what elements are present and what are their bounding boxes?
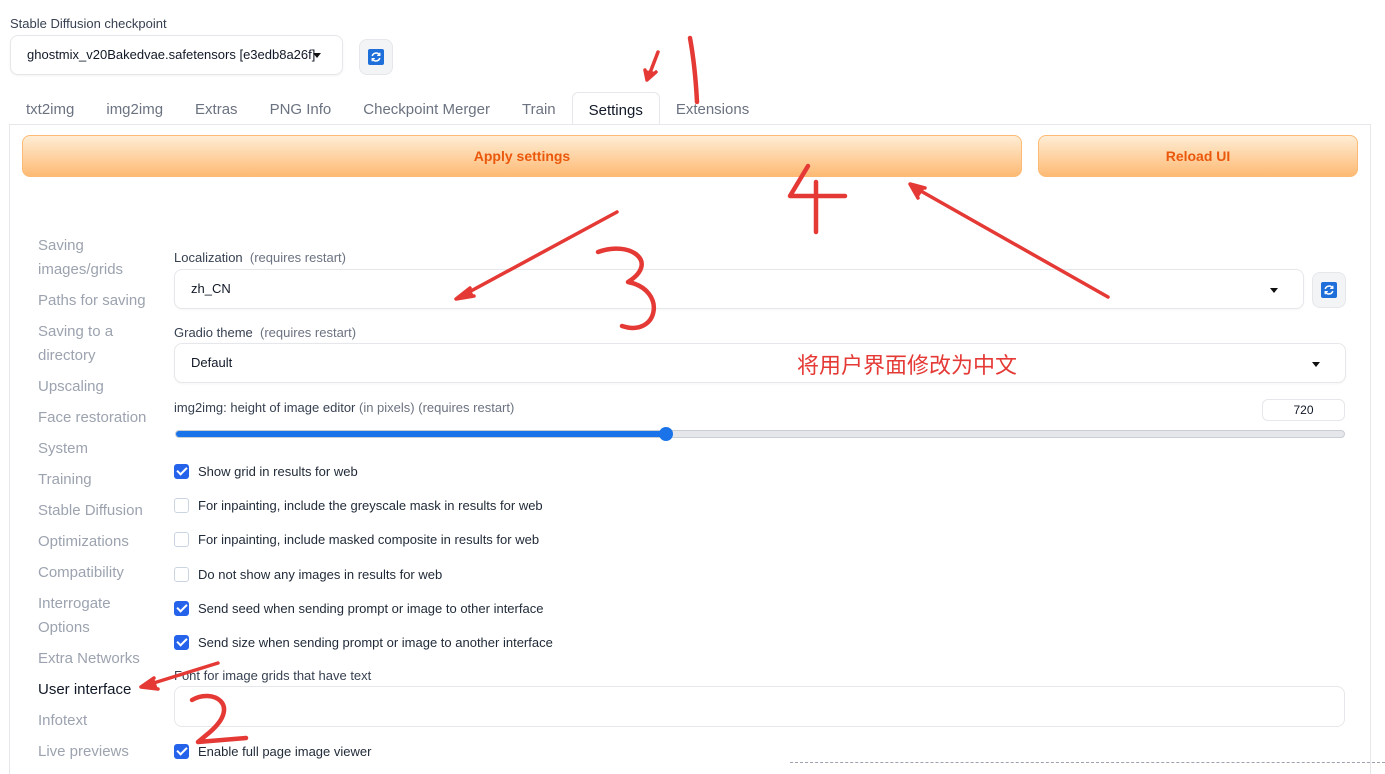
grid-font-input[interactable]: [174, 686, 1345, 727]
checkbox-hide-images[interactable]: Do not show any images in results for we…: [174, 565, 442, 583]
localization-value: zh_CN: [191, 281, 231, 296]
reload-ui-button[interactable]: Reload UI: [1038, 135, 1358, 177]
checkpoint-label: Stable Diffusion checkpoint: [10, 16, 167, 31]
tab-settings[interactable]: Settings: [571, 92, 660, 125]
editor-height-label: img2img: height of image editor (in pixe…: [174, 400, 515, 415]
sidebar-item-saving-images[interactable]: Saving images/grids: [38, 234, 158, 282]
checkpoint-refresh-button[interactable]: [359, 39, 393, 75]
chevron-down-icon: [1312, 362, 1320, 367]
editor-height-slider-fill: [176, 431, 668, 437]
sidebar-item-live-previews[interactable]: Live previews: [38, 740, 158, 764]
editor-height-slider-track[interactable]: [175, 430, 1345, 438]
sidebar-item-saving-to-directory[interactable]: Saving to a directory: [38, 320, 158, 368]
apply-settings-button[interactable]: Apply settings: [22, 135, 1022, 177]
checkbox-inpaint-masked-composite[interactable]: For inpainting, include masked composite…: [174, 530, 539, 548]
checkpoint-select[interactable]: ghostmix_v20Bakedvae.safetensors [e3edb8…: [10, 35, 343, 75]
checkpoint-value: ghostmix_v20Bakedvae.safetensors [e3edb8…: [27, 47, 316, 62]
tab-train[interactable]: Train: [506, 92, 572, 125]
localization-refresh-button[interactable]: [1312, 272, 1346, 308]
annotation-text: 将用户界面修改为中文: [797, 354, 1018, 379]
localization-select[interactable]: zh_CN: [174, 269, 1304, 309]
settings-sidebar: Saving images/grids Paths for saving Sav…: [38, 234, 158, 771]
sidebar-item-extra-networks[interactable]: Extra Networks: [38, 647, 158, 671]
arrow-to-settings: [646, 50, 660, 80]
sidebar-item-user-interface[interactable]: User interface: [38, 678, 158, 702]
gradio-theme-value: Default: [191, 355, 233, 370]
checkbox-show-grid[interactable]: Show grid in results for web: [174, 462, 358, 480]
checkbox-box[interactable]: [174, 463, 189, 479]
sidebar-item-stable-diffusion[interactable]: Stable Diffusion: [38, 499, 158, 523]
sidebar-item-system[interactable]: System: [38, 437, 158, 461]
editor-height-number-input[interactable]: 720: [1262, 399, 1345, 421]
gradio-theme-select[interactable]: Default: [174, 343, 1346, 383]
main-tabs: txt2img img2img Extras PNG Info Checkpoi…: [10, 92, 765, 125]
tab-extensions[interactable]: Extensions: [660, 92, 765, 125]
checkbox-box[interactable]: [174, 497, 189, 513]
sidebar-item-optimizations[interactable]: Optimizations: [38, 530, 158, 554]
sidebar-item-interrogate-options[interactable]: Interrogate Options: [38, 592, 158, 640]
checkbox-send-seed[interactable]: Send seed when sending prompt or image t…: [174, 599, 543, 617]
refresh-icon: [368, 49, 384, 65]
checkbox-full-page-viewer[interactable]: Enable full page image viewer: [174, 742, 371, 760]
chevron-down-icon: [1270, 288, 1278, 293]
sidebar-item-paths-for-saving[interactable]: Paths for saving: [38, 289, 158, 313]
localization-label: Localization (requires restart): [174, 250, 346, 265]
checkbox-send-size[interactable]: Send size when sending prompt or image t…: [174, 633, 553, 651]
checkbox-box[interactable]: [174, 634, 189, 650]
tab-img2img[interactable]: img2img: [90, 92, 179, 125]
checkbox-box[interactable]: [174, 531, 189, 547]
tab-png-info[interactable]: PNG Info: [254, 92, 348, 125]
tab-txt2img[interactable]: txt2img: [10, 92, 90, 125]
sidebar-item-infotext[interactable]: Infotext: [38, 709, 158, 733]
tab-checkpoint-merger[interactable]: Checkpoint Merger: [347, 92, 506, 125]
sidebar-item-compatibility[interactable]: Compatibility: [38, 561, 158, 585]
gradio-theme-label: Gradio theme (requires restart): [174, 325, 357, 340]
sidebar-item-upscaling[interactable]: Upscaling: [38, 375, 158, 399]
refresh-icon: [1321, 282, 1337, 298]
sidebar-item-training[interactable]: Training: [38, 468, 158, 492]
checkbox-box[interactable]: [174, 600, 189, 616]
checkbox-box[interactable]: [174, 743, 189, 759]
chevron-down-icon: [313, 53, 321, 58]
checkbox-box[interactable]: [174, 566, 189, 582]
tab-extras[interactable]: Extras: [179, 92, 254, 125]
grid-font-label: Font for image grids that have text: [174, 668, 372, 683]
sidebar-item-face-restoration[interactable]: Face restoration: [38, 406, 158, 430]
checkbox-inpaint-greyscale-mask[interactable]: For inpainting, include the greyscale ma…: [174, 496, 543, 514]
